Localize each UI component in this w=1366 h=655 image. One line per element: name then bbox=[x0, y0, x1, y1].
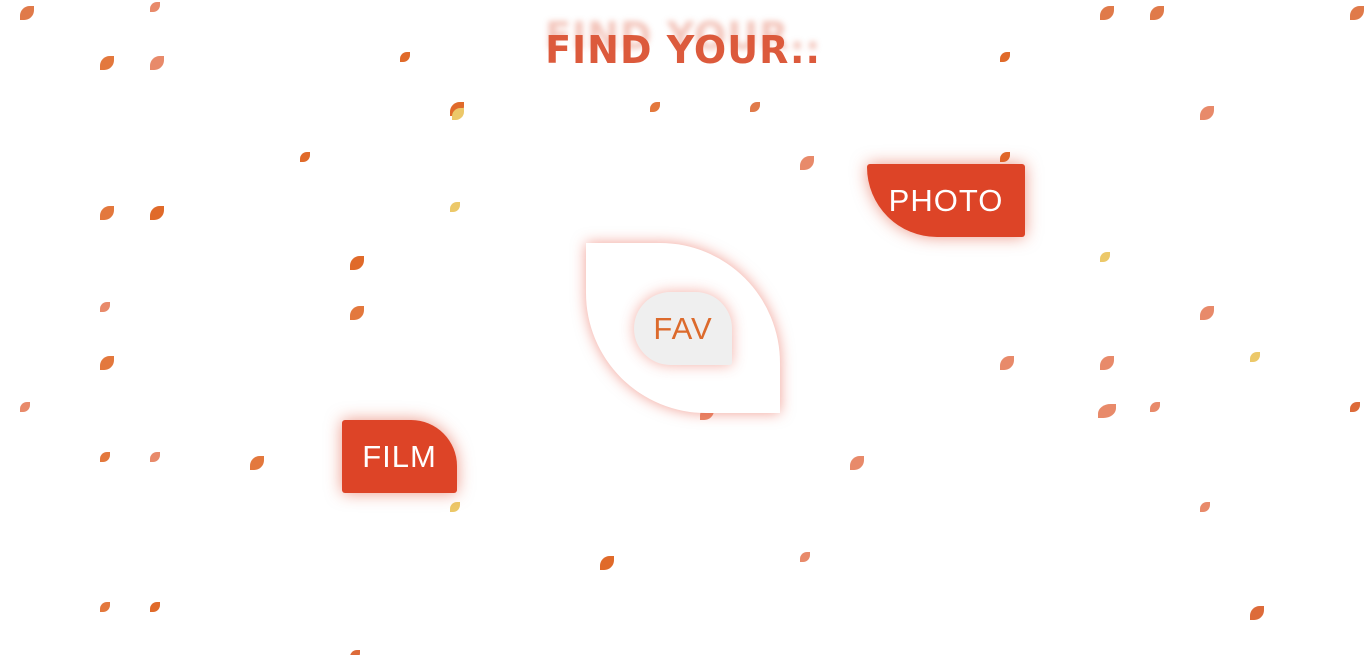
leaf-confetti-icon bbox=[350, 650, 360, 655]
leaf-confetti-icon bbox=[1100, 252, 1110, 262]
leaf-confetti-icon bbox=[1250, 606, 1264, 620]
leaf-confetti-icon bbox=[350, 306, 364, 320]
leaf-confetti-icon bbox=[1200, 502, 1210, 512]
leaf-confetti-icon bbox=[1150, 6, 1164, 20]
page-title: FIND YOUR.. bbox=[545, 28, 821, 72]
leaf-confetti-icon bbox=[1200, 106, 1214, 120]
leaf-confetti-icon bbox=[20, 402, 30, 412]
leaf-confetti-icon bbox=[850, 456, 864, 470]
leaf-confetti-icon bbox=[1000, 356, 1014, 370]
fav-button[interactable]: FAV bbox=[634, 292, 732, 365]
film-button[interactable]: FILM bbox=[342, 420, 457, 493]
leaf-confetti-icon bbox=[650, 102, 660, 112]
leaf-confetti-icon bbox=[150, 206, 164, 220]
leaf-confetti-icon bbox=[20, 6, 34, 20]
leaf-confetti-icon bbox=[1350, 6, 1364, 20]
leaf-confetti-icon bbox=[150, 602, 160, 612]
leaf-confetti-icon bbox=[1098, 404, 1116, 418]
page-canvas: FIND YOUR.. PHOTO FILM FAV bbox=[0, 0, 1366, 655]
leaf-confetti-icon bbox=[1100, 6, 1114, 20]
leaf-confetti-icon bbox=[100, 602, 110, 612]
leaf-confetti-icon bbox=[1100, 356, 1114, 370]
leaf-confetti-icon bbox=[1000, 152, 1010, 162]
leaf-confetti-icon bbox=[600, 556, 614, 570]
leaf-confetti-icon bbox=[750, 102, 760, 112]
leaf-confetti-icon bbox=[300, 152, 310, 162]
leaf-confetti-icon bbox=[1350, 402, 1360, 412]
leaf-confetti-icon bbox=[350, 256, 364, 270]
leaf-confetti-icon bbox=[450, 502, 460, 512]
leaf-confetti-icon bbox=[100, 302, 110, 312]
leaf-confetti-icon bbox=[150, 452, 160, 462]
leaf-confetti-icon bbox=[800, 552, 810, 562]
leaf-confetti-icon bbox=[250, 456, 264, 470]
leaf-confetti-icon bbox=[800, 156, 814, 170]
leaf-confetti-icon bbox=[1150, 402, 1160, 412]
leaf-confetti-icon bbox=[100, 452, 110, 462]
leaf-confetti-icon bbox=[100, 206, 114, 220]
leaf-confetti-icon bbox=[452, 108, 464, 120]
leaf-confetti-icon bbox=[150, 2, 160, 12]
leaf-confetti-icon bbox=[450, 202, 460, 212]
leaf-confetti-icon bbox=[1250, 352, 1260, 362]
leaf-confetti-icon bbox=[1200, 306, 1214, 320]
leaf-confetti-icon bbox=[100, 356, 114, 370]
